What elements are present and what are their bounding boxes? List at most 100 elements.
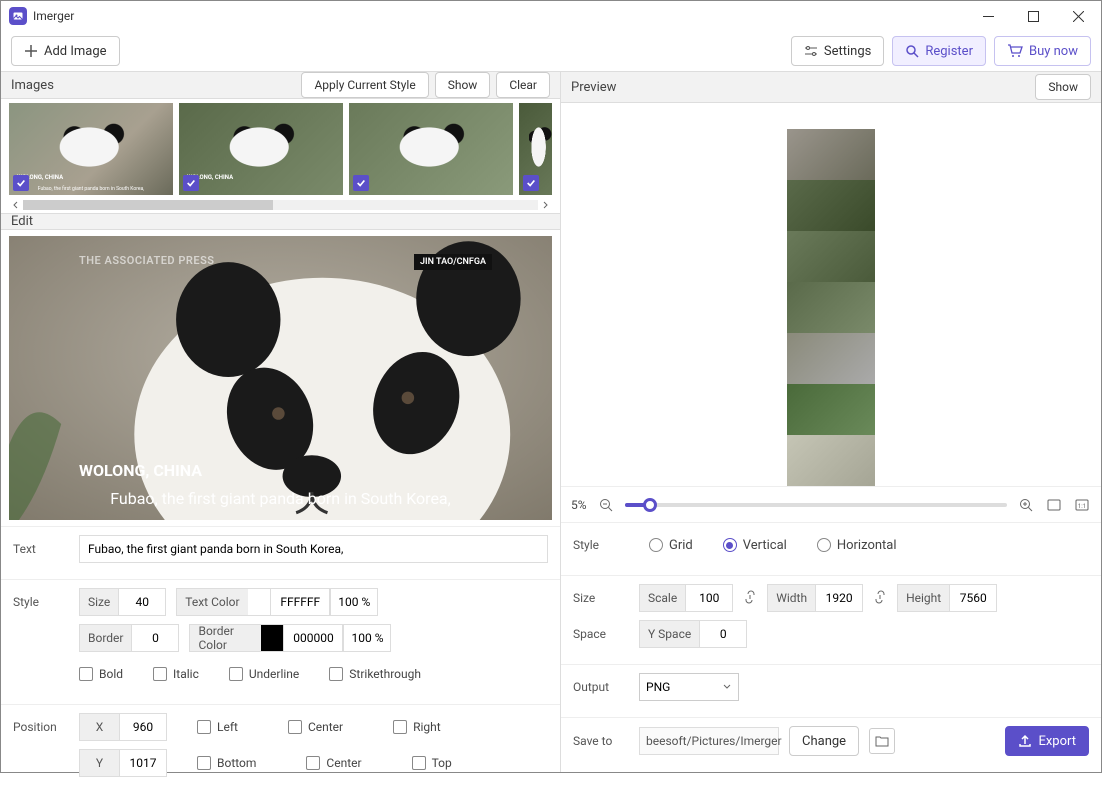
edit-canvas[interactable]: THE ASSOCIATED PRESS JIN TAO/CNFGA WOLON… — [9, 236, 552, 520]
width-label: Width — [767, 584, 815, 612]
left-checkbox[interactable]: Left — [197, 720, 238, 734]
save-path: beesoft/Pictures/Imerger — [639, 727, 779, 755]
vertical-radio[interactable]: Vertical — [723, 538, 787, 553]
preview-item — [787, 435, 875, 486]
open-folder-button[interactable] — [869, 728, 895, 754]
format-value: PNG — [646, 680, 670, 694]
italic-checkbox[interactable]: Italic — [153, 667, 199, 681]
zoom-percent: 5% — [571, 498, 587, 512]
check-icon — [353, 175, 369, 191]
yspace-input[interactable] — [699, 620, 747, 648]
caption-location: WOLONG, CHINA — [79, 461, 202, 480]
watermark-text: THE ASSOCIATED PRESS — [79, 254, 215, 267]
export-icon — [1018, 734, 1032, 748]
images-show-button[interactable]: Show — [435, 72, 491, 98]
register-button[interactable]: Register — [892, 36, 986, 66]
scroll-left-icon[interactable] — [9, 198, 23, 212]
sliders-icon — [804, 44, 818, 58]
right-checkbox[interactable]: Right — [393, 720, 441, 734]
bold-checkbox[interactable]: Bold — [79, 667, 123, 681]
layout-style-label: Style — [573, 538, 629, 552]
search-icon — [905, 44, 919, 58]
apply-style-button[interactable]: Apply Current Style — [301, 72, 428, 98]
preview-show-button[interactable]: Show — [1035, 74, 1091, 100]
border-color-opacity[interactable] — [343, 624, 391, 652]
text-color-swatch[interactable] — [248, 588, 270, 616]
add-image-label: Add Image — [44, 44, 107, 59]
position-label: Position — [13, 720, 69, 734]
zoom-out-icon[interactable] — [597, 496, 615, 514]
folder-icon — [875, 735, 889, 747]
add-image-button[interactable]: Add Image — [11, 36, 120, 66]
text-label: Text — [13, 542, 69, 556]
thumbnail[interactable] — [519, 103, 552, 195]
format-select[interactable]: PNG — [639, 673, 739, 701]
size-input[interactable] — [118, 588, 166, 616]
text-input[interactable] — [79, 535, 548, 563]
grid-radio[interactable]: Grid — [649, 538, 693, 553]
text-color-label: Text Color — [176, 588, 248, 616]
chevron-down-icon — [722, 682, 732, 692]
border-color-label: Border Color — [189, 624, 261, 652]
thumb-caption: Fubao, the first giant panda born in Sou… — [17, 186, 165, 192]
actual-size-icon[interactable]: 1:1 — [1073, 496, 1091, 514]
preview-item — [787, 180, 875, 231]
fit-width-icon[interactable] — [1045, 496, 1063, 514]
thumb-scrollbar[interactable] — [9, 197, 552, 213]
horizontal-radio[interactable]: Horizontal — [817, 538, 897, 553]
export-label: Export — [1038, 734, 1076, 749]
width-input[interactable] — [815, 584, 863, 612]
thumbnail[interactable] — [349, 103, 513, 195]
border-input[interactable] — [131, 624, 179, 652]
center-v-checkbox[interactable]: Center — [306, 756, 361, 770]
preview-item — [787, 333, 875, 384]
titlebar: Imerger — [1, 1, 1101, 31]
scroll-handle[interactable] — [23, 200, 273, 210]
preview-canvas[interactable] — [561, 103, 1101, 486]
text-color-hex[interactable] — [270, 588, 330, 616]
buy-now-button[interactable]: Buy now — [994, 36, 1091, 66]
border-color-hex[interactable] — [283, 624, 343, 652]
bottom-checkbox[interactable]: Bottom — [197, 756, 256, 770]
link-icon[interactable] — [873, 589, 887, 608]
center-h-checkbox[interactable]: Center — [288, 720, 343, 734]
style-label: Style — [13, 595, 69, 609]
preview-item — [787, 384, 875, 435]
border-label: Border — [79, 624, 131, 652]
strikethrough-checkbox[interactable]: Strikethrough — [329, 667, 421, 681]
main-toolbar: Add Image Settings Register Buy now — [1, 31, 1101, 71]
scroll-right-icon[interactable] — [538, 198, 552, 212]
scale-input[interactable] — [685, 584, 733, 612]
height-input[interactable] — [949, 584, 997, 612]
check-icon — [13, 175, 29, 191]
preview-item — [787, 231, 875, 282]
space-label: Space — [573, 627, 629, 641]
top-checkbox[interactable]: Top — [412, 756, 452, 770]
change-button[interactable]: Change — [789, 726, 859, 756]
settings-button[interactable]: Settings — [791, 36, 884, 66]
check-icon — [183, 175, 199, 191]
cart-icon — [1007, 44, 1023, 58]
size-label: Size — [79, 588, 118, 616]
app-title: Imerger — [33, 9, 74, 23]
images-clear-button[interactable]: Clear — [496, 72, 550, 98]
credit-badge: JIN TAO/CNFGA — [414, 254, 492, 270]
minimize-button[interactable] — [966, 1, 1011, 31]
thumbnail-strip: WOLONG, CHINA Fubao, the first giant pan… — [9, 103, 552, 195]
thumbnail[interactable]: WOLONG, CHINA Fubao, the first giant pan… — [9, 103, 173, 195]
close-button[interactable] — [1056, 1, 1101, 31]
x-input[interactable] — [119, 713, 167, 741]
zoom-in-icon[interactable] — [1017, 496, 1035, 514]
underline-checkbox[interactable]: Underline — [229, 667, 299, 681]
link-icon[interactable] — [743, 589, 757, 608]
zoom-slider[interactable] — [625, 503, 1007, 507]
height-label: Height — [897, 584, 949, 612]
images-header: Images Apply Current Style Show Clear — [1, 71, 560, 99]
maximize-button[interactable] — [1011, 1, 1056, 31]
saveto-label: Save to — [573, 734, 629, 748]
text-color-opacity[interactable] — [330, 588, 378, 616]
thumbnail[interactable]: WOLONG, CHINA — [179, 103, 343, 195]
size-section-label: Size — [573, 591, 629, 605]
border-color-swatch[interactable] — [261, 624, 283, 652]
export-button[interactable]: Export — [1005, 726, 1089, 756]
